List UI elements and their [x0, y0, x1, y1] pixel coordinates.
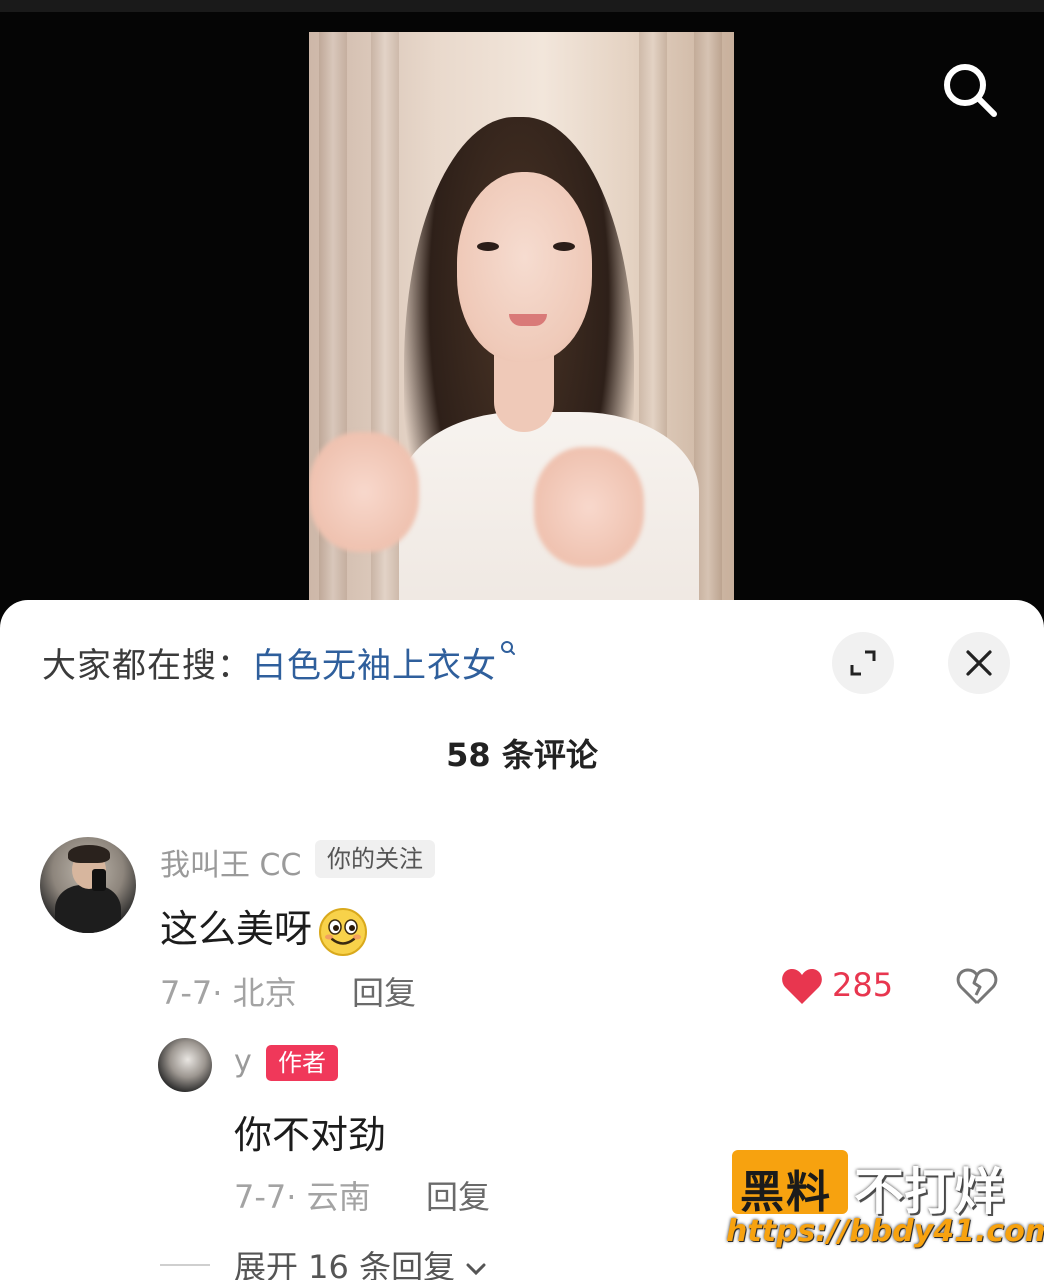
hot-search-term[interactable]: 白色无袖上衣女: [252, 646, 497, 686]
avatar[interactable]: [40, 837, 136, 933]
expand-replies-button[interactable]: 展开 16 条回复: [234, 1242, 487, 1280]
comment-date-location: 7-7· 北京: [160, 974, 297, 1012]
broken-heart-icon[interactable]: [955, 966, 999, 1006]
comment-count: 58 条评论: [446, 736, 598, 774]
expand-replies-label: 展开 16 条回复: [234, 1248, 456, 1280]
reply-button[interactable]: 回复: [426, 1172, 490, 1218]
video-subject-neck: [494, 352, 554, 432]
video-subject-face: [457, 172, 592, 362]
reply-text: 你不对劲: [234, 1113, 387, 1157]
close-button[interactable]: [948, 632, 1010, 694]
divider: [160, 1264, 210, 1266]
video-subject-eye: [553, 242, 575, 251]
video-subject-eye: [477, 242, 499, 251]
watermark-box-text: 黑料: [740, 1167, 832, 1218]
status-bar: [0, 0, 1044, 12]
chevron-down-icon: [466, 1263, 486, 1276]
expand-button[interactable]: [832, 632, 894, 694]
search-icon: [501, 641, 515, 655]
avatar-phone: [92, 869, 106, 891]
close-icon: [966, 650, 992, 676]
expand-icon: [850, 650, 876, 676]
hot-search[interactable]: 大家都在搜：白色无袖上衣女: [42, 638, 517, 687]
reply-date-location: 7-7· 云南: [234, 1178, 371, 1216]
video-subject-hand: [534, 447, 644, 567]
search-icon[interactable]: [940, 60, 1000, 120]
comment-text-content: 这么美呀: [160, 907, 313, 951]
video-subject-hand: [309, 432, 419, 552]
reply-button[interactable]: 回复: [352, 968, 416, 1014]
reply-avatar[interactable]: [158, 1038, 212, 1092]
video-subject-smile: [509, 314, 547, 326]
like-count: 285: [832, 966, 894, 1004]
avatar-hair: [68, 845, 110, 863]
reply-username[interactable]: y: [234, 1044, 252, 1079]
hot-search-prefix: 大家都在搜：: [42, 646, 252, 686]
watermark-box: 黑料: [732, 1150, 848, 1218]
author-badge: 作者: [266, 1045, 338, 1081]
watermark-url: https://bbdy41.com: [726, 1214, 1044, 1249]
smiling-face-emoji-icon: [319, 907, 368, 956]
video-player[interactable]: [309, 32, 734, 604]
comment-text: 这么美呀: [160, 898, 368, 957]
comment-username[interactable]: 我叫王 CC: [160, 840, 301, 884]
screen: 大家都在搜：白色无袖上衣女 58 条评论 我叫王 CC 你的关注 这么美呀 7-…: [0, 0, 1044, 1280]
avatar-body: [55, 885, 121, 933]
watermark: 黑料 不打烊 https://bbdy41.com: [726, 1150, 1044, 1270]
heart-icon[interactable]: [780, 966, 824, 1006]
follow-badge: 你的关注: [315, 840, 435, 878]
